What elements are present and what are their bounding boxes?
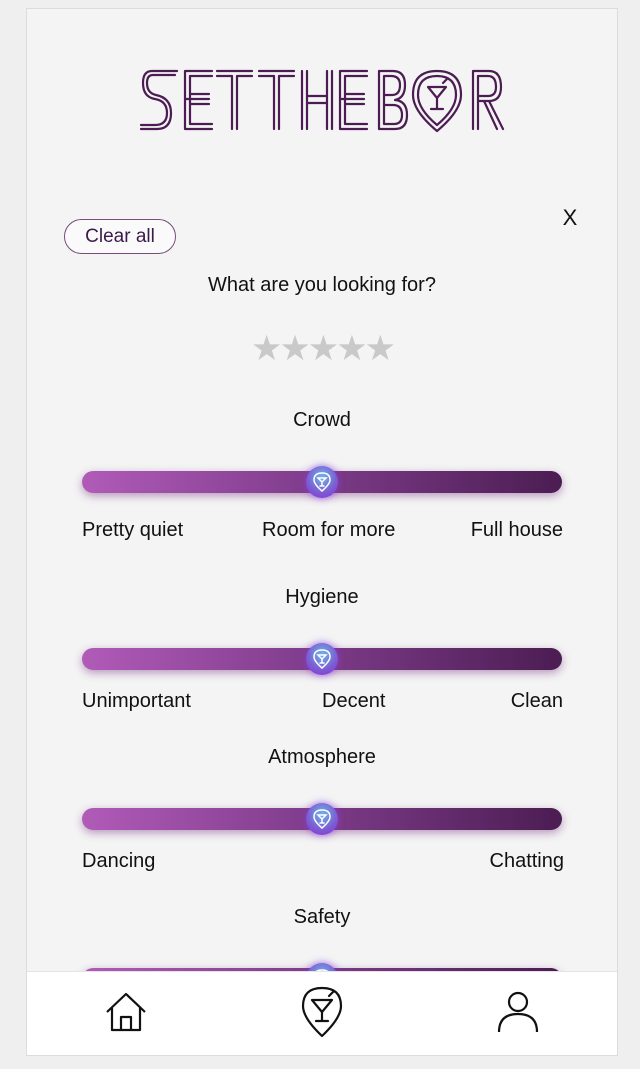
hygiene-label-high: Clean [510,690,563,712]
crowd-slider-handle[interactable] [306,466,338,498]
profile-icon [497,991,539,1033]
hygiene-slider-handle[interactable] [306,643,338,675]
crowd-title: Crowd [293,409,351,431]
close-button[interactable]: X [559,205,581,231]
crowd-slider[interactable] [82,466,562,498]
atmosphere-label-low: Dancing [82,850,156,872]
star-1[interactable]: ★ [251,329,282,368]
app-screen: X Clear all What are you looking for? ★★… [26,8,618,1056]
hygiene-slider[interactable] [82,643,562,675]
cocktail-pin-icon [301,986,343,1038]
nav-home-button[interactable] [104,990,148,1039]
star-4[interactable]: ★ [336,329,367,368]
star-5[interactable]: ★ [365,329,396,368]
safety-title: Safety [293,906,351,928]
cocktail-pin-icon [313,649,331,669]
filter-question: What are you looking for? [208,274,436,296]
set-the-bar-logo [139,69,505,133]
star-rating: ★★★★★ [27,327,617,371]
hygiene-label-low: Unimportant [82,690,191,712]
hygiene-label-mid: Decent [322,690,386,712]
atmosphere-slider-handle[interactable] [306,803,338,835]
home-icon [106,992,146,1032]
nav-bars-button[interactable] [300,986,344,1043]
atmosphere-label-high: Chatting [489,850,565,872]
star-3[interactable]: ★ [308,329,339,368]
atmosphere-slider[interactable] [82,803,562,835]
cocktail-pin-icon [313,472,331,492]
hygiene-title: Hygiene [285,586,359,608]
bottom-nav [27,971,617,1055]
crowd-label-low: Pretty quiet [82,519,184,541]
cocktail-pin-icon [313,809,331,829]
nav-profile-button[interactable] [496,990,540,1039]
clear-all-button[interactable]: Clear all [64,219,176,254]
star-2[interactable]: ★ [279,329,310,368]
atmosphere-title: Atmosphere [268,746,376,768]
crowd-label-high: Full house [470,519,563,541]
crowd-label-mid: Room for more [262,519,396,541]
